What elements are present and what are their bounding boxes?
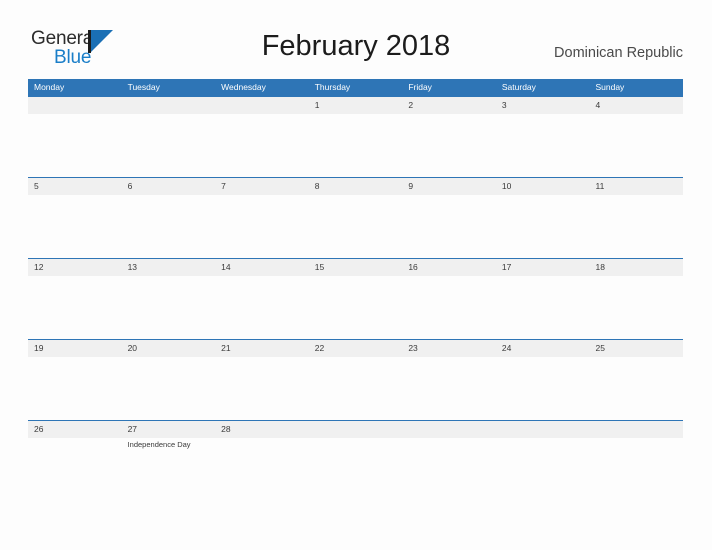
weekday-header-sunday: Sunday [595,82,625,92]
day-event-cell[interactable]: Independence Day [122,438,216,501]
day-event-cell[interactable] [122,114,216,177]
week-number-band: 19 20 21 22 23 24 25 [28,340,683,357]
day-number[interactable]: 18 [589,259,683,276]
day-event-cell[interactable] [402,438,496,501]
week-number-band: 12 13 14 15 16 17 18 [28,259,683,276]
week-event-band [28,195,683,258]
day-event-cell[interactable] [28,357,122,420]
day-event-cell[interactable] [496,357,590,420]
day-event-cell[interactable] [589,114,683,177]
day-event-cell[interactable] [496,276,590,339]
day-number[interactable]: 15 [309,259,403,276]
day-event-cell[interactable] [28,114,122,177]
day-event-cell[interactable] [309,195,403,258]
day-number[interactable]: 23 [402,340,496,357]
day-number[interactable]: 26 [28,421,122,438]
week-row: 26 27 28 Independence Day [28,420,683,501]
day-number[interactable]: 17 [496,259,590,276]
week-row: 19 20 21 22 23 24 25 [28,339,683,420]
day-number[interactable]: 21 [215,340,309,357]
day-number[interactable]: 25 [589,340,683,357]
day-event-cell[interactable] [28,438,122,501]
day-number[interactable]: 14 [215,259,309,276]
day-event-cell[interactable] [309,114,403,177]
day-number[interactable] [402,421,496,438]
week-row: 12 13 14 15 16 17 18 [28,258,683,339]
day-event-cell[interactable] [215,114,309,177]
day-number[interactable]: 4 [589,97,683,114]
day-number[interactable] [28,97,122,114]
day-event-cell[interactable] [496,114,590,177]
week-number-band: 5 6 7 8 9 10 11 [28,178,683,195]
day-event-cell[interactable] [215,438,309,501]
day-number[interactable]: 1 [309,97,403,114]
day-number[interactable] [122,97,216,114]
region-label: Dominican Republic [554,45,683,61]
day-number[interactable] [309,421,403,438]
day-number[interactable]: 28 [215,421,309,438]
day-number[interactable]: 6 [122,178,216,195]
day-event-cell[interactable] [309,276,403,339]
day-number[interactable] [215,97,309,114]
week-event-band [28,114,683,177]
week-number-band: 1 2 3 4 [28,97,683,114]
week-event-band: Independence Day [28,438,683,501]
day-number[interactable]: 27 [122,421,216,438]
day-event-cell[interactable] [589,276,683,339]
day-number[interactable]: 2 [402,97,496,114]
weekday-header-saturday: Saturday [501,82,536,92]
weekday-header-friday: Friday [408,82,432,92]
page-header: General Blue February 2018 Dominican Rep… [0,0,712,78]
calendar-grid: Monday Tuesday Wednesday Thursday Friday… [28,79,683,501]
day-event-cell[interactable] [215,357,309,420]
day-event-cell[interactable] [589,357,683,420]
day-event-cell[interactable] [122,357,216,420]
day-event-cell[interactable] [28,276,122,339]
day-event-label: Independence Day [127,440,191,449]
day-event-cell[interactable] [215,276,309,339]
day-number[interactable]: 10 [496,178,590,195]
week-event-band [28,276,683,339]
week-event-band [28,357,683,420]
day-number[interactable]: 13 [122,259,216,276]
weekday-header-wednesday: Wednesday [221,82,266,92]
day-event-cell[interactable] [496,438,590,501]
week-row: 1 2 3 4 [28,96,683,177]
day-number[interactable]: 24 [496,340,590,357]
day-number[interactable] [496,421,590,438]
day-event-cell[interactable] [589,195,683,258]
day-number[interactable]: 20 [122,340,216,357]
day-event-cell[interactable] [122,276,216,339]
day-event-cell[interactable] [402,357,496,420]
day-number[interactable]: 22 [309,340,403,357]
weekday-header-row: Monday Tuesday Wednesday Thursday Friday… [28,79,683,96]
day-event-cell[interactable] [215,195,309,258]
weekday-header-monday: Monday [34,82,65,92]
day-event-cell[interactable] [309,357,403,420]
day-number[interactable]: 19 [28,340,122,357]
day-number[interactable]: 9 [402,178,496,195]
day-number[interactable]: 12 [28,259,122,276]
week-row: 5 6 7 8 9 10 11 [28,177,683,258]
day-event-cell[interactable] [402,114,496,177]
weekday-header-tuesday: Tuesday [127,82,160,92]
day-event-cell[interactable] [122,195,216,258]
day-number[interactable] [589,421,683,438]
weekday-header-thursday: Thursday [314,82,351,92]
day-number[interactable]: 16 [402,259,496,276]
day-number[interactable]: 11 [589,178,683,195]
week-number-band: 26 27 28 [28,421,683,438]
day-event-cell[interactable] [28,195,122,258]
day-number[interactable]: 7 [215,178,309,195]
day-number[interactable]: 3 [496,97,590,114]
day-event-cell[interactable] [496,195,590,258]
calendar-page: General Blue February 2018 Dominican Rep… [0,0,712,550]
day-number[interactable]: 8 [309,178,403,195]
day-event-cell[interactable] [589,438,683,501]
day-event-cell[interactable] [309,438,403,501]
day-number[interactable]: 5 [28,178,122,195]
day-event-cell[interactable] [402,195,496,258]
day-event-cell[interactable] [402,276,496,339]
